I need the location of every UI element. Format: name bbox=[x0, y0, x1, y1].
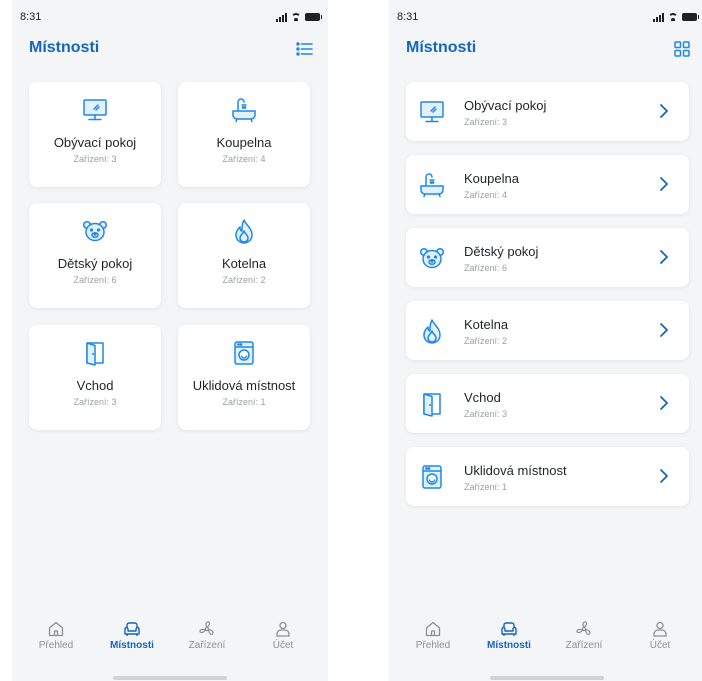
tab-label: Zařízení bbox=[565, 640, 603, 651]
bottom-tab-bar: Přehled Místnosti Zařízení Účet bbox=[12, 620, 328, 660]
chevron-right-icon bbox=[660, 104, 668, 118]
signal-icon bbox=[276, 12, 287, 22]
tab-prehled[interactable]: Přehled bbox=[403, 620, 463, 651]
room-device-count: Zařízení: 6 bbox=[464, 263, 508, 273]
tab-mistnosti[interactable]: Místnosti bbox=[102, 620, 162, 651]
list-view-icon[interactable] bbox=[296, 41, 314, 57]
status-bar: 8:31 bbox=[397, 10, 699, 24]
teddy-bear-icon bbox=[82, 220, 108, 242]
room-name: Uklidová místnost bbox=[464, 463, 567, 478]
wifi-icon bbox=[291, 13, 301, 21]
room-name: Dětský pokoj bbox=[57, 256, 133, 271]
grid-view-icon[interactable] bbox=[673, 41, 691, 57]
tab-label: Přehled bbox=[415, 640, 451, 651]
room-device-count: Zařízení: 6 bbox=[73, 275, 117, 285]
room-device-count: Zařízení: 3 bbox=[464, 409, 508, 419]
tab-label: Zařízení bbox=[188, 640, 226, 651]
chevron-right-icon bbox=[660, 469, 668, 483]
room-name: Obývací pokoj bbox=[464, 98, 547, 113]
room-row-koupelna[interactable]: Koupelna Zařízení: 4 bbox=[406, 155, 689, 214]
home-indicator bbox=[113, 676, 227, 680]
room-name: Uklidová místnost bbox=[192, 378, 296, 393]
chevron-right-icon bbox=[660, 250, 668, 264]
tab-ucet[interactable]: Účet bbox=[630, 620, 690, 651]
room-name: Obývací pokoj bbox=[53, 135, 137, 150]
status-bar: 8:31 bbox=[20, 10, 322, 24]
battery-icon bbox=[305, 13, 322, 21]
tab-ucet[interactable]: Účet bbox=[253, 620, 313, 651]
door-icon bbox=[423, 393, 441, 417]
room-name: Kotelna bbox=[221, 256, 267, 271]
room-card-uklidova-mistnost[interactable]: Uklidová místnost Zařízení: 1 bbox=[178, 325, 310, 430]
room-device-count: Zařízení: 1 bbox=[222, 397, 266, 407]
tab-prehled[interactable]: Přehled bbox=[26, 620, 86, 651]
room-device-count: Zařízení: 2 bbox=[464, 336, 508, 346]
room-card-vchod[interactable]: Vchod Zařízení: 3 bbox=[29, 325, 161, 430]
status-time: 8:31 bbox=[20, 11, 42, 23]
room-row-vchod[interactable]: Vchod Zařízení: 3 bbox=[406, 374, 689, 433]
room-name: Vchod bbox=[76, 378, 114, 393]
room-device-count: Zařízení: 3 bbox=[73, 154, 117, 164]
room-card-kotelna[interactable]: Kotelna Zařízení: 2 bbox=[178, 203, 310, 308]
phone-screen-list: 8:31 Místnosti Obývací pokoj Zařízení: 3 bbox=[389, 0, 702, 681]
home-icon bbox=[48, 621, 64, 637]
room-card-koupelna[interactable]: Koupelna Zařízení: 4 bbox=[178, 82, 310, 187]
tv-icon bbox=[83, 99, 107, 121]
user-icon bbox=[653, 621, 667, 637]
fan-icon bbox=[576, 621, 591, 636]
home-icon bbox=[425, 621, 441, 637]
room-device-count: Zařízení: 1 bbox=[464, 482, 508, 492]
status-time: 8:31 bbox=[397, 11, 419, 23]
fan-icon bbox=[199, 621, 214, 636]
room-card-obyvaci-pokoj[interactable]: Obývací pokoj Zařízení: 3 bbox=[29, 82, 161, 187]
chevron-right-icon bbox=[660, 323, 668, 337]
tab-mistnosti[interactable]: Místnosti bbox=[479, 620, 539, 651]
tab-zarizeni[interactable]: Zařízení bbox=[177, 620, 237, 651]
chevron-right-icon bbox=[660, 396, 668, 410]
home-indicator bbox=[490, 676, 604, 680]
sofa-icon bbox=[501, 622, 517, 636]
room-row-uklidova-mistnost[interactable]: Uklidová místnost Zařízení: 1 bbox=[406, 447, 689, 506]
flame-icon bbox=[423, 319, 441, 344]
room-row-detsky-pokoj[interactable]: Dětský pokoj Zařízení: 6 bbox=[406, 228, 689, 287]
room-row-kotelna[interactable]: Kotelna Zařízení: 2 bbox=[406, 301, 689, 360]
tab-label: Účet bbox=[649, 640, 671, 651]
phone-screen-grid: 8:31 Místnosti Obývací pokoj Zařízení: 3 bbox=[12, 0, 328, 681]
room-card-detsky-pokoj[interactable]: Dětský pokoj Zařízení: 6 bbox=[29, 203, 161, 308]
room-name: Kotelna bbox=[464, 317, 509, 332]
room-device-count: Zařízení: 3 bbox=[73, 397, 117, 407]
room-row-obyvaci-pokoj[interactable]: Obývací pokoj Zařízení: 3 bbox=[406, 82, 689, 141]
room-name: Koupelna bbox=[216, 135, 272, 150]
flame-icon bbox=[235, 219, 253, 244]
room-name: Vchod bbox=[464, 390, 501, 405]
bathtub-icon bbox=[232, 98, 256, 123]
signal-icon bbox=[653, 12, 664, 22]
washing-machine-icon bbox=[422, 465, 442, 489]
tab-label: Účet bbox=[272, 640, 294, 651]
room-device-count: Zařízení: 4 bbox=[464, 190, 508, 200]
room-device-count: Zařízení: 3 bbox=[464, 117, 508, 127]
bathtub-icon bbox=[420, 173, 444, 198]
room-name: Dětský pokoj bbox=[464, 244, 539, 259]
room-device-count: Zařízení: 4 bbox=[222, 154, 266, 164]
page-title: Místnosti bbox=[406, 39, 477, 56]
door-icon bbox=[86, 342, 104, 366]
tab-label: Přehled bbox=[38, 640, 74, 651]
tab-label: Místnosti bbox=[487, 640, 531, 651]
tab-label: Místnosti bbox=[110, 640, 154, 651]
room-device-count: Zařízení: 2 bbox=[222, 275, 266, 285]
tv-icon bbox=[420, 101, 444, 123]
washing-machine-icon bbox=[234, 341, 254, 365]
page-title: Místnosti bbox=[29, 39, 100, 56]
wifi-icon bbox=[668, 13, 678, 21]
sofa-icon bbox=[124, 622, 140, 636]
tab-zarizeni[interactable]: Zařízení bbox=[554, 620, 614, 651]
user-icon bbox=[276, 621, 290, 637]
bottom-tab-bar: Přehled Místnosti Zařízení Účet bbox=[389, 620, 702, 660]
chevron-right-icon bbox=[660, 177, 668, 191]
teddy-bear-icon bbox=[419, 247, 445, 269]
battery-icon bbox=[682, 13, 699, 21]
room-name: Koupelna bbox=[464, 171, 519, 186]
